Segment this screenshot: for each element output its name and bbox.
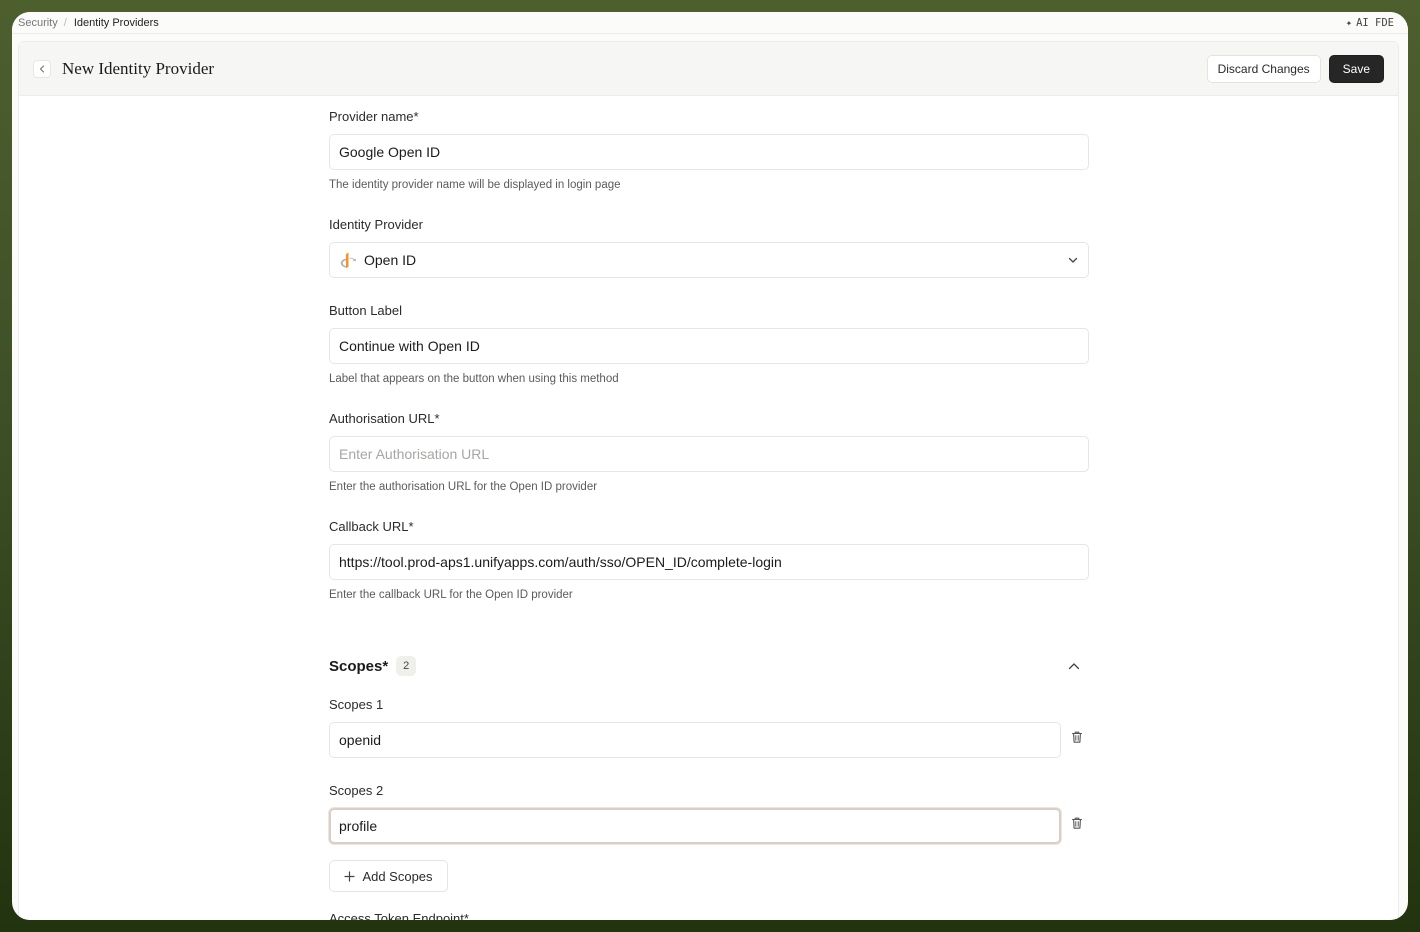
- scope-2-input[interactable]: profile: [329, 808, 1061, 844]
- identity-provider-label: Identity Provider: [329, 217, 423, 232]
- page-header: New Identity Provider Discard Changes Sa…: [19, 42, 1398, 96]
- openid-icon: [339, 251, 357, 269]
- sparkle-icon: ✦: [1345, 16, 1353, 29]
- scope-1-input[interactable]: openid: [329, 722, 1061, 758]
- scopes-section-header[interactable]: Scopes* 2: [329, 654, 1089, 678]
- delete-scope-1-button[interactable]: [1070, 730, 1084, 744]
- provider-name-value: Google Open ID: [339, 144, 441, 160]
- breadcrumb-identity-providers[interactable]: Identity Providers: [74, 17, 159, 29]
- scope-row-1: Scopes 1 openid: [329, 696, 1089, 758]
- authorisation-url-field: Authorisation URL* Enter Authorisation U…: [329, 410, 1089, 495]
- chevron-up-icon[interactable]: [1067, 659, 1081, 673]
- authorisation-url-help: Enter the authorisation URL for the Open…: [329, 481, 598, 493]
- delete-scope-2-button[interactable]: [1070, 816, 1084, 830]
- scope-2-label: Scopes 2: [329, 783, 384, 798]
- ai-fde-label: AI FDE: [1356, 16, 1394, 29]
- scope-row-2: Scopes 2 profile: [329, 782, 1089, 844]
- identity-provider-value: Open ID: [364, 252, 417, 268]
- provider-name-label: Provider name*: [329, 109, 419, 124]
- trash-icon: [1071, 817, 1083, 829]
- back-button[interactable]: [33, 59, 51, 78]
- scope-2-value: profile: [339, 818, 378, 834]
- trash-icon: [1071, 731, 1083, 743]
- authorisation-url-placeholder: Enter Authorisation URL: [339, 446, 490, 462]
- access-token-endpoint-label: Access Token Endpoint*: [329, 911, 469, 920]
- button-label-label: Button Label: [329, 303, 403, 318]
- page-title: New Identity Provider: [62, 58, 215, 78]
- provider-name-help: The identity provider name will be displ…: [329, 179, 621, 191]
- provider-name-field: Provider name* Google Open ID The identi…: [329, 108, 1089, 193]
- scopes-title: Scopes*: [329, 657, 389, 675]
- breadcrumb-security[interactable]: Security: [18, 17, 58, 29]
- save-button[interactable]: Save: [1328, 54, 1384, 83]
- button-label-value: Continue with Open ID: [339, 338, 480, 354]
- main-panel: New Identity Provider Discard Changes Sa…: [18, 41, 1399, 920]
- callback-url-label: Callback URL*: [329, 519, 414, 534]
- add-scopes-label: Add Scopes: [362, 868, 433, 884]
- access-token-endpoint-field: Access Token Endpoint*: [329, 910, 1089, 920]
- button-label-help: Label that appears on the button when us…: [329, 373, 619, 385]
- callback-url-help: Enter the callback URL for the Open ID p…: [329, 589, 573, 601]
- chevron-left-icon: [39, 64, 45, 73]
- authorisation-url-label: Authorisation URL*: [329, 411, 440, 426]
- add-scopes-button[interactable]: Add Scopes: [329, 860, 448, 892]
- scope-1-label: Scopes 1: [329, 697, 384, 712]
- button-label-field: Button Label Continue with Open ID Label…: [329, 302, 1089, 387]
- header-actions: Discard Changes Save: [1206, 54, 1384, 83]
- callback-url-value: https://tool.prod-aps1.unifyapps.com/aut…: [339, 554, 782, 570]
- discard-changes-button[interactable]: Discard Changes: [1206, 54, 1321, 83]
- callback-url-field: Callback URL* https://tool.prod-aps1.uni…: [329, 518, 1089, 603]
- callback-url-input[interactable]: https://tool.prod-aps1.unifyapps.com/aut…: [329, 544, 1089, 580]
- button-label-input[interactable]: Continue with Open ID: [329, 328, 1089, 364]
- breadcrumb-separator: /: [63, 16, 67, 29]
- provider-name-input[interactable]: Google Open ID: [329, 134, 1089, 170]
- authorisation-url-input[interactable]: Enter Authorisation URL: [329, 436, 1089, 472]
- top-bar: Security / Identity Providers ✦ AI FDE: [12, 12, 1408, 34]
- chevron-down-icon: [1067, 254, 1079, 266]
- plus-icon: [344, 870, 356, 882]
- ai-fde-button[interactable]: ✦ AI FDE: [1346, 17, 1394, 29]
- scopes-count-badge: 2: [396, 656, 417, 676]
- identity-provider-select[interactable]: Open ID: [329, 242, 1089, 278]
- identity-provider-field: Identity Provider Open ID: [329, 216, 1089, 278]
- app-window: Security / Identity Providers ✦ AI FDE N…: [12, 12, 1408, 920]
- scope-1-value: openid: [339, 732, 382, 748]
